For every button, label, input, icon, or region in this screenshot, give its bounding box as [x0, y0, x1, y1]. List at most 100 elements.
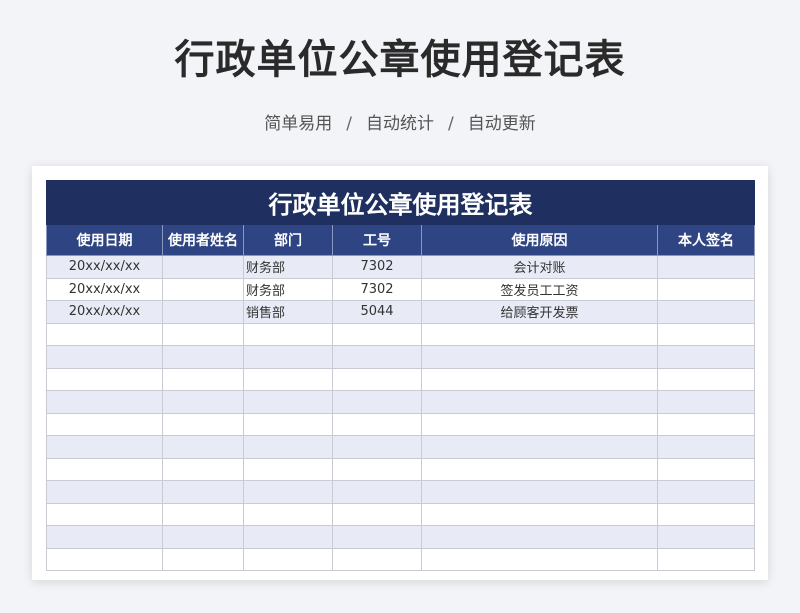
cell-date[interactable]: 20xx/xx/xx	[46, 300, 163, 324]
cell-signature[interactable]	[656, 525, 756, 549]
cell-signature[interactable]	[656, 480, 756, 504]
cell-reason[interactable]	[421, 345, 658, 369]
cell-reason[interactable]	[421, 547, 658, 571]
cell-date[interactable]: 20xx/xx/xx	[46, 277, 163, 301]
cell-department[interactable]	[243, 457, 333, 481]
cell-signature[interactable]	[656, 345, 756, 369]
table-row	[46, 547, 756, 571]
cell-reason[interactable]	[421, 435, 658, 459]
subtitle-separator: /	[448, 114, 454, 134]
cell-employee-id[interactable]	[332, 547, 422, 571]
cell-signature[interactable]	[656, 547, 756, 571]
cell-employee-id[interactable]	[332, 525, 422, 549]
cell-user-name[interactable]	[162, 322, 244, 346]
cell-date[interactable]	[46, 367, 163, 391]
cell-employee-id[interactable]	[332, 412, 422, 436]
cell-employee-id[interactable]: 7302	[332, 255, 422, 279]
cell-department[interactable]	[243, 435, 333, 459]
header-reason: 使用原因	[421, 224, 658, 256]
cell-signature[interactable]	[656, 390, 756, 414]
cell-employee-id[interactable]	[332, 435, 422, 459]
cell-reason[interactable]	[421, 367, 658, 391]
cell-user-name[interactable]	[162, 457, 244, 481]
cell-signature[interactable]	[656, 367, 756, 391]
cell-department[interactable]	[243, 502, 333, 526]
cell-department[interactable]	[243, 390, 333, 414]
cell-signature[interactable]	[656, 277, 756, 301]
cell-reason[interactable]	[421, 525, 658, 549]
cell-date[interactable]	[46, 435, 163, 459]
cell-department[interactable]	[243, 525, 333, 549]
cell-reason[interactable]	[421, 480, 658, 504]
cell-date[interactable]	[46, 480, 163, 504]
cell-department[interactable]	[243, 547, 333, 571]
cell-user-name[interactable]	[162, 480, 244, 504]
cell-department[interactable]: 财务部	[243, 277, 333, 301]
cell-user-name[interactable]	[162, 300, 244, 324]
cell-reason[interactable]: 签发员工工资	[421, 277, 658, 301]
cell-user-name[interactable]	[162, 255, 244, 279]
cell-employee-id[interactable]: 7302	[332, 277, 422, 301]
header-department: 部门	[243, 224, 333, 256]
cell-reason[interactable]	[421, 412, 658, 436]
cell-employee-id[interactable]	[332, 367, 422, 391]
cell-date[interactable]	[46, 345, 163, 369]
cell-user-name[interactable]	[162, 412, 244, 436]
cell-date[interactable]	[46, 547, 163, 571]
cell-reason[interactable]: 会计对账	[421, 255, 658, 279]
table-header-row: 使用日期 使用者姓名 部门 工号 使用原因 本人签名	[46, 224, 756, 256]
cell-user-name[interactable]	[162, 525, 244, 549]
cell-department[interactable]: 财务部	[243, 255, 333, 279]
cell-employee-id[interactable]	[332, 480, 422, 504]
cell-date[interactable]	[46, 457, 163, 481]
cell-user-name[interactable]	[162, 367, 244, 391]
subtitle-feature-auto-stats: 自动统计	[366, 114, 434, 134]
cell-department[interactable]: 销售部	[243, 300, 333, 324]
cell-date[interactable]	[46, 502, 163, 526]
cell-reason[interactable]	[421, 322, 658, 346]
cell-employee-id[interactable]	[332, 390, 422, 414]
cell-employee-id[interactable]	[332, 345, 422, 369]
subtitle-feature-auto-update: 自动更新	[467, 114, 536, 134]
table-row	[46, 412, 756, 436]
cell-date[interactable]	[46, 322, 163, 346]
cell-user-name[interactable]	[162, 435, 244, 459]
header-signature: 本人签名	[656, 224, 756, 256]
cell-signature[interactable]	[656, 322, 756, 346]
cell-department[interactable]	[243, 367, 333, 391]
header-date: 使用日期	[46, 224, 163, 256]
cell-date[interactable]: 20xx/xx/xx	[46, 255, 163, 279]
cell-signature[interactable]	[656, 412, 756, 436]
cell-department[interactable]	[243, 412, 333, 436]
table-row	[46, 345, 756, 369]
cell-employee-id[interactable]: 5044	[332, 300, 422, 324]
cell-date[interactable]	[46, 525, 163, 549]
subtitle-separator: /	[346, 114, 352, 134]
table-row	[46, 435, 756, 459]
cell-signature[interactable]	[656, 502, 756, 526]
cell-date[interactable]	[46, 390, 163, 414]
cell-reason[interactable]	[421, 457, 658, 481]
cell-date[interactable]	[46, 412, 163, 436]
cell-department[interactable]	[243, 345, 333, 369]
cell-user-name[interactable]	[162, 502, 244, 526]
cell-department[interactable]	[243, 322, 333, 346]
cell-user-name[interactable]	[162, 547, 244, 571]
cell-employee-id[interactable]	[332, 502, 422, 526]
table-row	[46, 480, 756, 504]
cell-department[interactable]	[243, 480, 333, 504]
cell-signature[interactable]	[656, 300, 756, 324]
cell-reason[interactable]	[421, 390, 658, 414]
cell-employee-id[interactable]	[332, 322, 422, 346]
cell-signature[interactable]	[656, 255, 756, 279]
cell-user-name[interactable]	[162, 390, 244, 414]
table-body: 20xx/xx/xx 财务部 7302 会计对账 20xx/xx/xx 财务部 7302 签发…	[46, 255, 756, 571]
cell-user-name[interactable]	[162, 277, 244, 301]
cell-reason[interactable]: 给顾客开发票	[421, 300, 658, 324]
cell-signature[interactable]	[656, 435, 756, 459]
cell-reason[interactable]	[421, 502, 658, 526]
table-row	[46, 322, 756, 346]
cell-signature[interactable]	[656, 457, 756, 481]
cell-employee-id[interactable]	[332, 457, 422, 481]
cell-user-name[interactable]	[162, 345, 244, 369]
